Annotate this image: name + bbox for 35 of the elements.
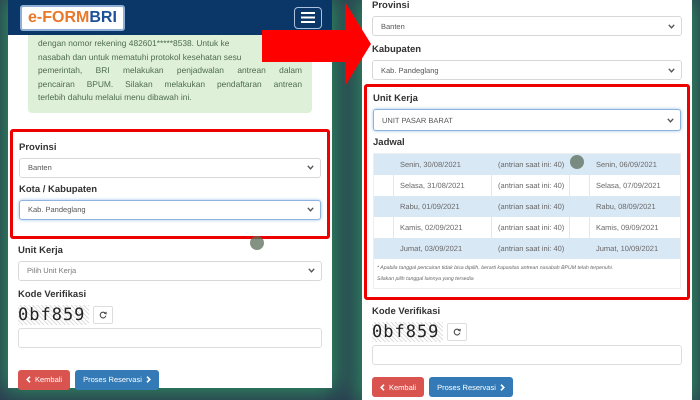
field-label: Kota / Kabupaten xyxy=(19,184,98,194)
verification-input[interactable] xyxy=(18,328,322,348)
chevron-right-icon xyxy=(146,376,151,383)
chevron-down-icon xyxy=(308,268,315,273)
chevron-down-icon xyxy=(307,165,314,170)
field-label: Kode Verifikasi xyxy=(18,288,88,300)
field-label: Provinsi xyxy=(372,0,410,11)
captcha-image: 0bf859 xyxy=(372,322,444,342)
menu-button[interactable] xyxy=(294,6,322,28)
notice-text-line: pemerintah, BRI melakukan penjadwalan antrean dalam xyxy=(38,64,302,77)
notice-text-line: nasabah dan untuk mematuhi protokol kesehatan sesu xyxy=(38,50,242,64)
chevron-right-icon xyxy=(500,384,505,390)
refresh-button[interactable] xyxy=(93,306,114,324)
captcha-image: 0bf859 xyxy=(18,304,90,324)
chevron-down-icon xyxy=(307,207,314,212)
notice-text-line: dengan nomor rekening 482601*****8538. Untuk ke xyxy=(38,37,230,50)
menu-icon xyxy=(301,12,315,23)
logo: e-FORMBRI xyxy=(20,4,125,30)
chevron-down-icon xyxy=(668,68,675,72)
verification-input[interactable] xyxy=(372,345,682,365)
field-label: Jadwal xyxy=(373,137,406,148)
field-label: Unit Kerja xyxy=(18,244,64,256)
field-label: Kode Verifikasi xyxy=(372,306,442,317)
chevron-left-icon xyxy=(26,376,31,383)
field-label: Provinsi xyxy=(19,142,58,152)
field-label: Kabupaten xyxy=(372,44,422,55)
chevron-down-icon xyxy=(668,24,675,28)
chevron-left-icon xyxy=(380,384,385,390)
notice-text-line: terlebih dahulu melalui menu dibawah ini. xyxy=(38,91,193,104)
notice-text-line: pencairan BPUM. Silakan melakukan pendaftaran antrean xyxy=(38,78,302,91)
refresh-button[interactable] xyxy=(447,323,468,341)
field-label: Unit Kerja xyxy=(373,93,419,104)
refresh-icon xyxy=(453,328,462,336)
refresh-icon xyxy=(99,310,108,318)
chevron-down-icon xyxy=(667,118,674,122)
